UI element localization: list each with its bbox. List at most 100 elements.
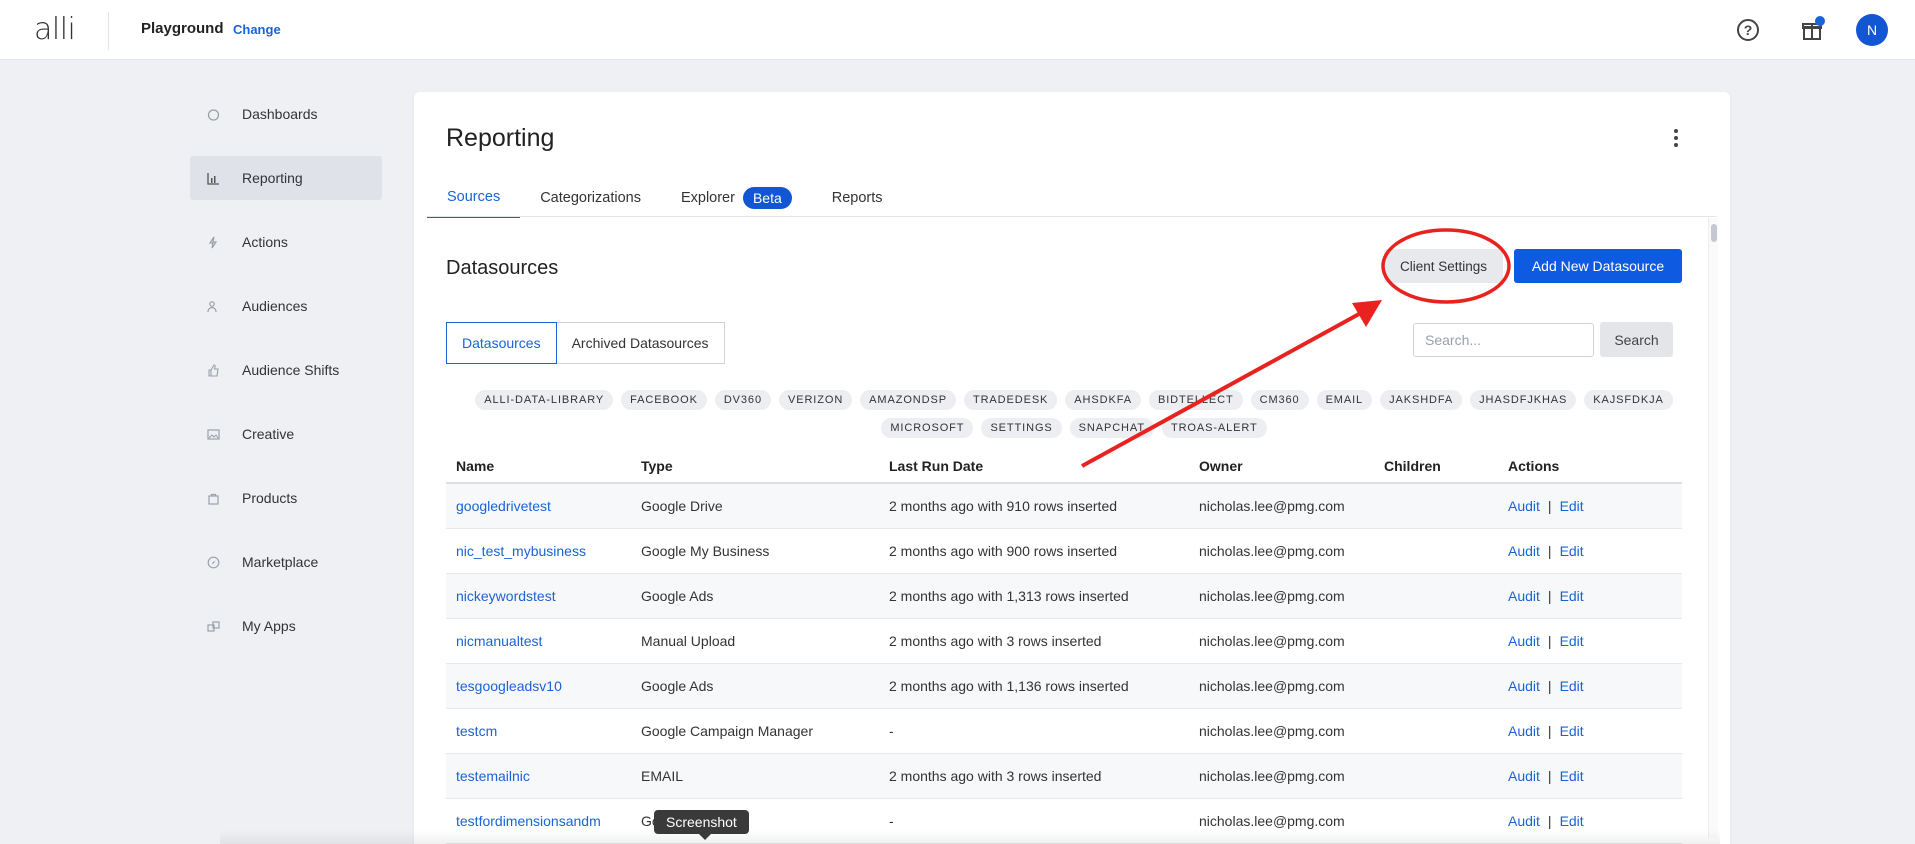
tab-categorizations[interactable]: Categorizations: [520, 178, 661, 218]
audit-link[interactable]: Audit: [1508, 543, 1540, 559]
datasource-segment-control: Datasources Archived Datasources: [446, 322, 725, 364]
last-run-date: 2 months ago with 3 rows inserted: [889, 633, 1102, 649]
tag-chip[interactable]: JAKSHDFA: [1380, 390, 1463, 410]
help-icon[interactable]: ?: [1733, 15, 1763, 45]
datasource-name-link[interactable]: googledrivetest: [456, 498, 551, 514]
sidebar-item-label: Creative: [242, 426, 295, 442]
edit-link[interactable]: Edit: [1560, 678, 1584, 694]
owner-email: nicholas.lee@pmg.com: [1199, 768, 1345, 784]
edit-link[interactable]: Edit: [1560, 498, 1584, 514]
edit-link[interactable]: Edit: [1560, 723, 1584, 739]
segment-archived-datasources[interactable]: Archived Datasources: [556, 322, 725, 364]
datasource-type: Google Ads: [641, 588, 714, 604]
column-header-type[interactable]: Type: [631, 458, 879, 474]
column-header-children: Children: [1384, 458, 1441, 474]
edit-link[interactable]: Edit: [1560, 633, 1584, 649]
datasource-type: Google Campaign Manager: [641, 723, 813, 739]
top-bar: alli Playground Change ? N: [0, 0, 1915, 60]
sidebar-item-creative[interactable]: Creative: [190, 412, 382, 456]
tag-chip[interactable]: DV360: [714, 390, 771, 410]
sidebar-item-products[interactable]: Products: [190, 476, 382, 520]
client-settings-button[interactable]: Client Settings: [1384, 249, 1503, 283]
last-run-date: 2 months ago with 1,313 rows inserted: [889, 588, 1129, 604]
column-header-last-run-date[interactable]: Last Run Date: [879, 458, 1189, 474]
edit-link[interactable]: Edit: [1560, 813, 1584, 829]
tag-chip[interactable]: TROAS-ALERT: [1161, 418, 1267, 438]
sidebar-item-label: Reporting: [242, 170, 303, 186]
tag-chip[interactable]: SNAPCHAT: [1069, 418, 1154, 438]
people-icon: [206, 299, 220, 313]
sidebar-item-reporting[interactable]: Reporting: [190, 156, 382, 200]
tab-explorer[interactable]: Explorer Beta: [661, 178, 812, 218]
sidebar-item-label: Actions: [242, 234, 288, 250]
audit-link[interactable]: Audit: [1508, 588, 1540, 604]
tag-chip[interactable]: AHSDKFA: [1065, 390, 1141, 410]
action-separator: |: [1547, 768, 1552, 784]
column-header-name[interactable]: Name: [446, 458, 631, 474]
tag-chip[interactable]: VERIZON: [778, 390, 853, 410]
tag-filter-list: ALLI-DATA-LIBRARY FACEBOOK DV360 VERIZON…: [454, 390, 1694, 438]
audit-link[interactable]: Audit: [1508, 768, 1540, 784]
owner-email: nicholas.lee@pmg.com: [1199, 633, 1345, 649]
column-header-owner[interactable]: Owner: [1189, 458, 1374, 474]
tag-chip[interactable]: TRADEDESK: [963, 390, 1058, 410]
datasource-name-link[interactable]: testemailnic: [456, 768, 530, 784]
compass-icon: [206, 555, 220, 569]
scrollbar-thumb[interactable]: [1711, 224, 1717, 242]
audit-link[interactable]: Audit: [1508, 723, 1540, 739]
alli-logo[interactable]: alli: [34, 12, 76, 47]
add-new-datasource-button[interactable]: Add New Datasource: [1514, 249, 1682, 283]
screenshot-tooltip: Screenshot: [654, 810, 749, 840]
tag-chip[interactable]: AMAZONDSP: [860, 390, 956, 410]
sidebar-item-audiences[interactable]: Audiences: [190, 284, 382, 328]
table-row: testemailnic EMAIL 2 months ago with 3 r…: [446, 754, 1682, 799]
edit-link[interactable]: Edit: [1560, 588, 1584, 604]
datasource-name-link[interactable]: nicmanualtest: [456, 633, 542, 649]
bottom-shadow: [220, 830, 1720, 844]
datasource-name-link[interactable]: tesgoogleadsv10: [456, 678, 562, 694]
tag-chip[interactable]: BIDTELLECT: [1148, 390, 1243, 410]
gift-icon[interactable]: [1797, 15, 1827, 45]
scrollbar[interactable]: [1708, 218, 1718, 838]
last-run-date: 2 months ago with 900 rows inserted: [889, 543, 1118, 559]
more-options-icon[interactable]: [1668, 126, 1684, 150]
action-separator: |: [1547, 813, 1552, 829]
edit-link[interactable]: Edit: [1560, 768, 1584, 784]
datasource-type: EMAIL: [641, 768, 684, 784]
avatar[interactable]: N: [1856, 14, 1888, 46]
audit-link[interactable]: Audit: [1508, 813, 1540, 829]
audit-link[interactable]: Audit: [1508, 633, 1540, 649]
tag-chip[interactable]: ALLI-DATA-LIBRARY: [475, 390, 614, 410]
tag-chip[interactable]: CM360: [1250, 390, 1309, 410]
tab-sources[interactable]: Sources: [427, 178, 521, 218]
edit-link[interactable]: Edit: [1560, 543, 1584, 559]
segment-datasources[interactable]: Datasources: [446, 322, 557, 364]
tag-chip[interactable]: FACEBOOK: [621, 390, 707, 410]
datasource-name-link[interactable]: testcm: [456, 723, 497, 739]
search-button[interactable]: Search: [1600, 322, 1673, 357]
action-separator: |: [1547, 588, 1552, 604]
sidebar-item-marketplace[interactable]: Marketplace: [190, 540, 382, 584]
sidebar-item-audience-shifts[interactable]: Audience Shifts: [190, 348, 382, 392]
audit-link[interactable]: Audit: [1508, 678, 1540, 694]
tag-chip[interactable]: KAJSFDKJA: [1584, 390, 1673, 410]
action-separator: |: [1547, 633, 1552, 649]
tab-label: Reports: [831, 190, 883, 206]
sidebar-item-actions[interactable]: Actions: [190, 220, 382, 264]
tag-chip[interactable]: SETTINGS: [981, 418, 1062, 438]
change-org-link[interactable]: Change: [233, 22, 281, 37]
search-input[interactable]: [1413, 323, 1594, 357]
tag-chip[interactable]: MICROSOFT: [881, 418, 974, 438]
tag-chip[interactable]: EMAIL: [1316, 390, 1373, 410]
sidebar-item-dashboards[interactable]: Dashboards: [190, 92, 382, 136]
datasource-name-link[interactable]: nic_test_mybusiness: [456, 543, 586, 559]
table-row: nickeywordstest Google Ads 2 months ago …: [446, 574, 1682, 619]
tab-reports[interactable]: Reports: [812, 178, 903, 218]
owner-email: nicholas.lee@pmg.com: [1199, 723, 1345, 739]
datasource-name-link[interactable]: nickeywordstest: [456, 588, 556, 604]
datasource-name-link[interactable]: testfordimensionsandm: [456, 813, 601, 829]
tab-bar: Sources Categorizations Explorer Beta Rep…: [427, 178, 903, 218]
tag-chip[interactable]: JHASDFJKHAS: [1470, 390, 1577, 410]
audit-link[interactable]: Audit: [1508, 498, 1540, 514]
sidebar-item-my-apps[interactable]: My Apps: [190, 604, 382, 648]
